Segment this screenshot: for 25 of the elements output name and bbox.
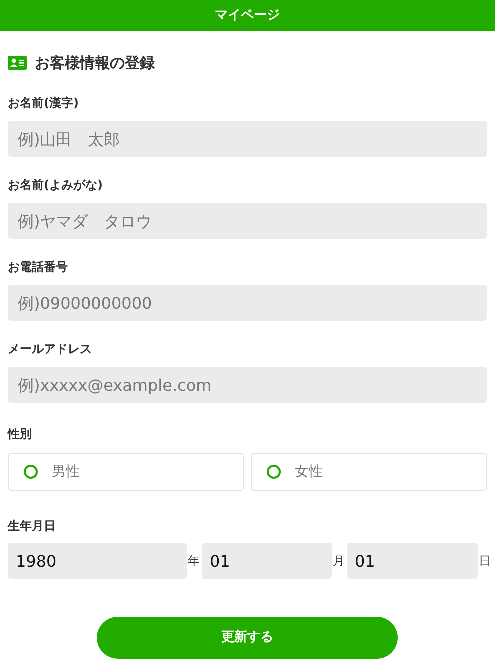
radio-icon xyxy=(24,465,38,479)
field-label: お名前(漢字) xyxy=(8,95,80,112)
radio-option[interactable]: 女性 xyxy=(251,453,487,491)
input-field[interactable]: 例)山田 太郎 xyxy=(8,121,487,157)
input-field[interactable]: 01 xyxy=(347,543,478,579)
input-field[interactable]: 例)xxxxx@example.com xyxy=(8,367,487,403)
radio-icon xyxy=(267,465,281,479)
unit-label: 年 xyxy=(187,553,201,570)
field-label: お電話番号 xyxy=(8,259,69,276)
input-field[interactable]: 01 xyxy=(202,543,332,579)
field-label: メールアドレス xyxy=(8,341,93,358)
field-label: 性別 xyxy=(8,426,33,443)
option-label: 女性 xyxy=(295,462,323,482)
id-card-icon xyxy=(8,56,27,70)
input-field[interactable]: 例)ヤマダ タロウ xyxy=(8,203,487,239)
option-label: 男性 xyxy=(52,462,80,482)
radio-option[interactable]: 男性 xyxy=(8,453,244,491)
unit-label: 日 xyxy=(478,553,492,570)
unit-label: 月 xyxy=(332,553,346,570)
page-title: マイページ xyxy=(215,6,280,25)
input-field[interactable]: 1980 xyxy=(8,543,187,579)
section-heading: お客様情報の登録 xyxy=(35,52,155,74)
input-field[interactable]: 例)09000000000 xyxy=(8,285,487,321)
field-label: 生年月日 xyxy=(8,518,57,535)
field-label: お名前(よみがな) xyxy=(8,177,104,194)
